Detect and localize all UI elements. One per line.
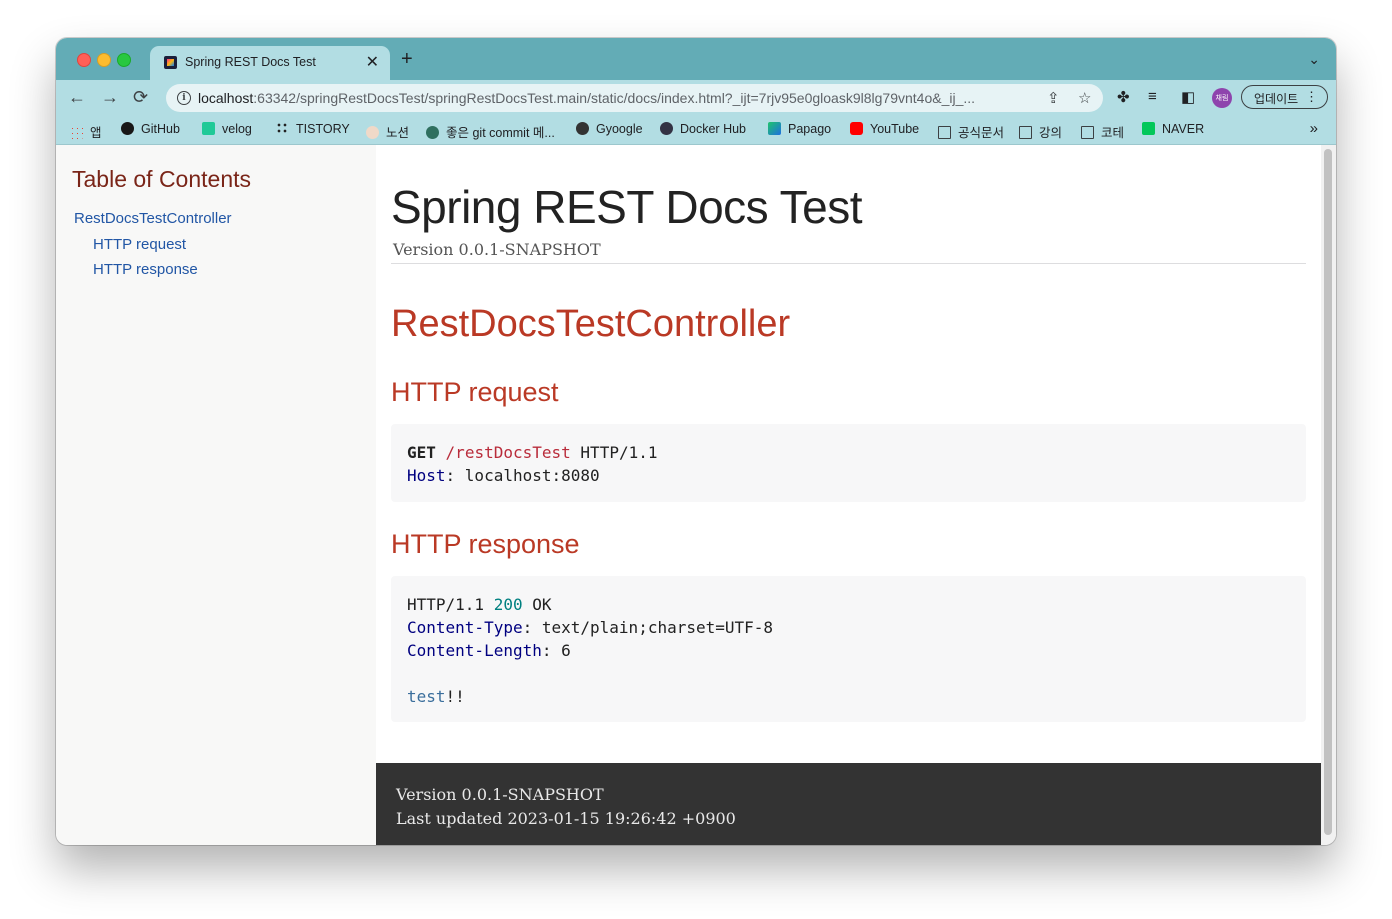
folder-icon — [1081, 126, 1094, 139]
bookmark-folder-coding-test[interactable]: 코테 — [1081, 122, 1124, 141]
site-info-icon[interactable]: i — [177, 91, 191, 105]
site-icon — [426, 126, 439, 139]
naver-icon — [1142, 122, 1155, 135]
bookmark-github[interactable]: GitHub — [121, 122, 180, 136]
page-title: Spring REST Docs Test — [391, 181, 863, 233]
response-content-length: Content-Length: 6 — [407, 641, 571, 660]
gyoogle-icon — [576, 122, 589, 135]
code-block-request: GET /restDocsTest HTTP/1.1 Host: localho… — [391, 424, 1306, 502]
section-heading-controller: RestDocsTestController — [391, 303, 791, 345]
side-panel-icon[interactable]: ◧ — [1181, 88, 1195, 106]
notion-icon — [366, 126, 379, 139]
response-status-line: HTTP/1.1 200 OK — [407, 595, 552, 614]
bookmark-gyoogle[interactable]: Gyoogle — [576, 122, 643, 136]
tab-strip: Spring REST Docs Test ✕ + ⌄ — [56, 38, 1336, 80]
docker-icon — [660, 122, 673, 135]
request-line: GET /restDocsTest HTTP/1.1 — [407, 443, 658, 462]
footer-version: Version 0.0.1-SNAPSHOT — [396, 785, 604, 804]
code-block-response: HTTP/1.1 200 OK Content-Type: text/plain… — [391, 576, 1306, 722]
bookmark-folder-lectures[interactable]: 강의 — [1019, 122, 1062, 141]
velog-icon — [202, 122, 215, 135]
page-content: Table of Contents RestDocsTestController… — [56, 145, 1336, 845]
tab-active[interactable]: Spring REST Docs Test ✕ — [150, 46, 390, 80]
footer-last-updated: Last updated 2023-01-15 19:26:42 +0900 — [396, 809, 736, 828]
update-label: 업데이트 — [1254, 92, 1299, 106]
zoom-window-button[interactable] — [117, 53, 131, 67]
vertical-scrollbar[interactable] — [1321, 145, 1336, 845]
tab-title: Spring REST Docs Test — [185, 55, 316, 69]
bookmark-docker-hub[interactable]: Docker Hub — [660, 122, 746, 136]
youtube-icon — [850, 122, 863, 135]
scrollbar-thumb[interactable] — [1324, 149, 1332, 835]
close-window-button[interactable] — [77, 53, 91, 67]
update-button[interactable]: 업데이트 ⋮ — [1241, 85, 1328, 109]
tistory-icon — [276, 122, 289, 135]
bookmark-papago[interactable]: Papago — [768, 122, 831, 136]
toc-link-http-response[interactable]: HTTP response — [93, 261, 198, 278]
forward-button[interactable]: → — [101, 87, 119, 107]
bookmark-tistory[interactable]: TISTORY — [276, 122, 350, 136]
reading-list-icon[interactable]: ≡ — [1148, 88, 1157, 105]
extensions-puzzle-icon[interactable]: ✤ — [1117, 88, 1130, 106]
bookmark-velog[interactable]: velog — [202, 122, 252, 136]
heading-http-response: HTTP response — [391, 529, 580, 559]
address-bar[interactable]: i localhost:63342/springRestDocsTest/spr… — [166, 84, 1103, 112]
folder-icon — [1019, 126, 1032, 139]
toc-link-controller[interactable]: RestDocsTestController — [74, 210, 232, 227]
reload-button[interactable]: ⟳ — [133, 87, 148, 107]
table-of-contents: Table of Contents RestDocsTestController… — [56, 145, 377, 845]
github-icon — [121, 122, 134, 135]
browser-toolbar: ← → ⟳ i localhost:63342/springRestDocsTe… — [56, 80, 1336, 116]
browser-window: Spring REST Docs Test ✕ + ⌄ ← → ⟳ i loca… — [56, 38, 1336, 845]
bookmark-folder-official-docs[interactable]: 공식문서 — [938, 122, 1004, 141]
response-content-type: Content-Type: text/plain;charset=UTF-8 — [407, 618, 774, 637]
papago-icon — [768, 122, 781, 135]
back-button[interactable]: ← — [68, 87, 86, 107]
profile-avatar[interactable]: 채림 — [1212, 88, 1232, 108]
toc-link-http-request[interactable]: HTTP request — [93, 236, 186, 253]
bookmarks-bar: 앱 GitHub velog TISTORY 노션 좋은 git commit … — [56, 116, 1336, 145]
response-body: test!! — [407, 687, 465, 706]
kebab-menu-icon: ⋮ — [1305, 89, 1318, 104]
header-divider — [391, 263, 1306, 264]
bookmark-naver[interactable]: NAVER — [1142, 122, 1204, 136]
apps-grid-icon — [70, 126, 83, 139]
tab-search-chevron-icon[interactable]: ⌄ — [1308, 51, 1320, 68]
document-body: Spring REST Docs Test Version 0.0.1-SNAP… — [376, 145, 1321, 845]
url-text[interactable]: localhost:63342/springRestDocsTest/sprin… — [198, 90, 1033, 106]
bookmark-notion[interactable]: 노션 — [366, 122, 409, 141]
toc-title: Table of Contents — [72, 166, 252, 192]
folder-icon — [938, 126, 951, 139]
bookmark-youtube[interactable]: YouTube — [850, 122, 919, 136]
bookmark-git-commit[interactable]: 좋은 git commit 메... — [426, 122, 555, 141]
intellij-favicon-icon — [164, 56, 177, 69]
bookmark-apps[interactable]: 앱 — [70, 122, 102, 141]
minimize-window-button[interactable] — [97, 53, 111, 67]
heading-http-request: HTTP request — [391, 377, 559, 407]
new-tab-button[interactable]: + — [401, 49, 413, 69]
request-host-header: Host: localhost:8080 — [407, 466, 600, 485]
bookmark-star-icon[interactable]: ☆ — [1078, 89, 1091, 107]
doc-version: Version 0.0.1-SNAPSHOT — [393, 240, 601, 259]
share-icon[interactable]: ⇪ — [1047, 89, 1060, 107]
bookmarks-overflow-icon[interactable]: » — [1310, 120, 1318, 137]
tab-close-icon[interactable]: ✕ — [366, 52, 379, 72]
page-footer: Version 0.0.1-SNAPSHOT Last updated 2023… — [376, 763, 1321, 845]
